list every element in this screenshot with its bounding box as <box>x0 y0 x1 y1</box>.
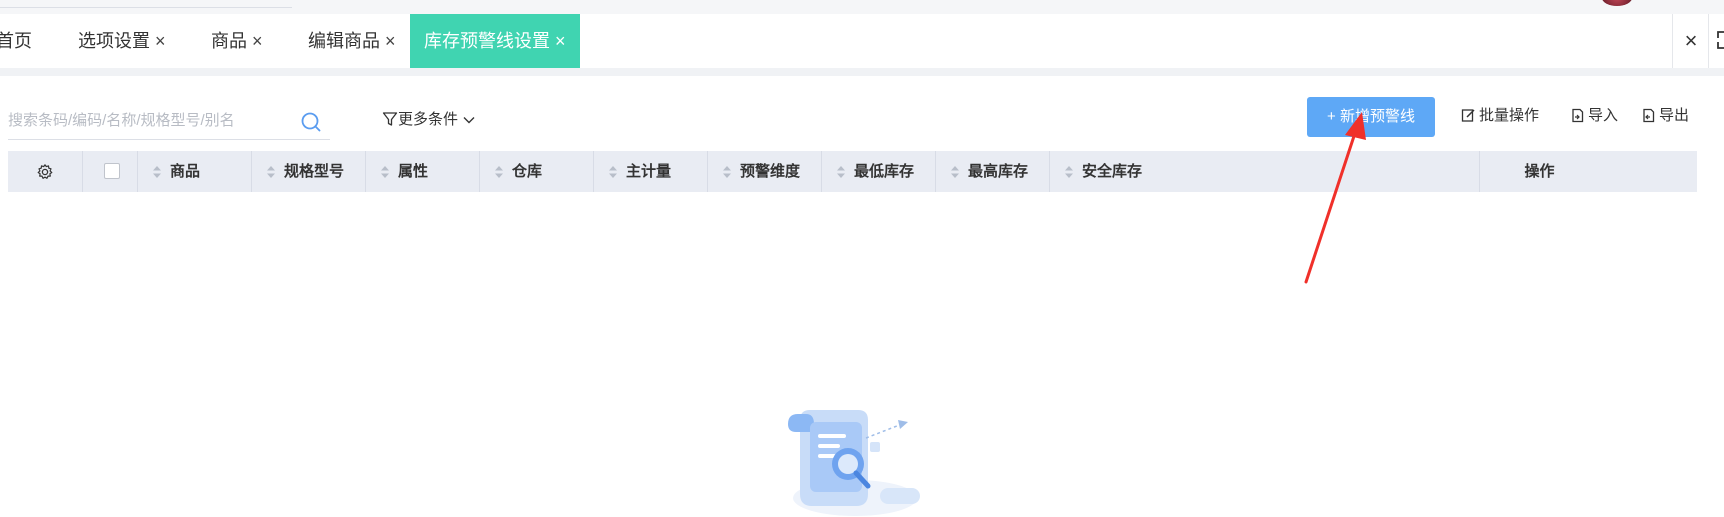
close-icon[interactable]: × <box>555 31 566 51</box>
select-all-checkbox[interactable] <box>104 163 120 179</box>
import-label: 导入 <box>1588 107 1619 124</box>
edit-icon <box>1461 109 1475 122</box>
column-header-product[interactable]: 商品 <box>138 151 252 192</box>
close-all-tabs-button[interactable]: × <box>1676 14 1706 68</box>
filter-icon <box>382 112 398 126</box>
more-conditions-label: 更多条件 <box>398 111 459 128</box>
sort-icon[interactable] <box>266 165 276 179</box>
tab-edit-product[interactable]: 编辑商品 × <box>308 14 396 68</box>
sort-icon[interactable] <box>608 165 618 179</box>
avatar[interactable] <box>1602 0 1632 6</box>
tab-stock-alert-settings[interactable]: 库存预警线设置 × <box>410 14 580 68</box>
tab-option-settings[interactable]: 选项设置 × <box>78 14 166 68</box>
divider <box>1708 14 1709 68</box>
tab-label: 首页 <box>0 31 32 51</box>
sort-icon[interactable] <box>950 165 960 179</box>
column-header-min-stock[interactable]: 最低库存 <box>822 151 936 192</box>
column-header-alert-dimension[interactable]: 预警维度 <box>708 151 822 192</box>
sort-icon[interactable] <box>152 165 162 179</box>
more-conditions-button[interactable]: 更多条件 <box>382 108 476 132</box>
divider <box>1672 14 1673 68</box>
gear-icon[interactable] <box>36 163 54 181</box>
sort-icon[interactable] <box>380 165 390 179</box>
add-alert-line-button[interactable]: + 新增预警线 <box>1307 97 1435 137</box>
tab-label: 商品 <box>211 31 247 51</box>
batch-operation-label: 批量操作 <box>1479 107 1540 124</box>
chevron-down-icon <box>463 117 475 124</box>
header-divider <box>0 7 292 8</box>
export-label: 导出 <box>1659 107 1690 124</box>
close-icon[interactable]: × <box>385 31 396 51</box>
sort-icon[interactable] <box>836 165 846 179</box>
table-header: 商品 规格型号 属性 仓库 主计量 预警维度 最低库存 最高库存 安全库存 操作 <box>8 151 1697 192</box>
sort-icon[interactable] <box>722 165 732 179</box>
column-settings-cell <box>8 151 83 192</box>
close-icon[interactable]: × <box>252 31 263 51</box>
tab-home[interactable]: 首页 <box>0 14 32 68</box>
close-icon[interactable]: × <box>155 31 166 51</box>
tab-products[interactable]: 商品 × <box>211 14 263 68</box>
export-button[interactable]: 导出 <box>1641 104 1689 128</box>
tab-bar: 首页 选项设置 × 商品 × 编辑商品 × 库存预警线设置 × × <box>0 14 1724 69</box>
import-button[interactable]: 导入 <box>1570 104 1618 128</box>
empty-data-illustration <box>788 410 920 516</box>
search-box <box>8 103 330 140</box>
column-header-attribute[interactable]: 属性 <box>366 151 480 192</box>
export-icon <box>1643 108 1655 123</box>
sort-icon[interactable] <box>1064 165 1074 179</box>
column-header-warehouse[interactable]: 仓库 <box>480 151 594 192</box>
expand-icon[interactable] <box>1716 30 1724 50</box>
batch-operation-button[interactable]: 批量操作 <box>1461 104 1539 128</box>
column-header-main-unit[interactable]: 主计量 <box>594 151 708 192</box>
column-header-actions: 操作 <box>1524 163 1555 180</box>
search-icon[interactable] <box>300 111 322 133</box>
tab-label: 库存预警线设置 <box>424 31 550 51</box>
tab-label: 选项设置 <box>78 31 150 51</box>
tab-label: 编辑商品 <box>308 31 380 51</box>
import-icon <box>1572 108 1584 123</box>
select-all-cell <box>83 151 138 192</box>
column-header-max-stock[interactable]: 最高库存 <box>936 151 1050 192</box>
search-input[interactable] <box>8 103 278 137</box>
sort-icon[interactable] <box>494 165 504 179</box>
column-header-safety-stock[interactable]: 安全库存 <box>1050 151 1480 192</box>
content-divider <box>0 68 1724 76</box>
column-header-spec[interactable]: 规格型号 <box>252 151 366 192</box>
top-header-strip <box>0 0 1724 14</box>
